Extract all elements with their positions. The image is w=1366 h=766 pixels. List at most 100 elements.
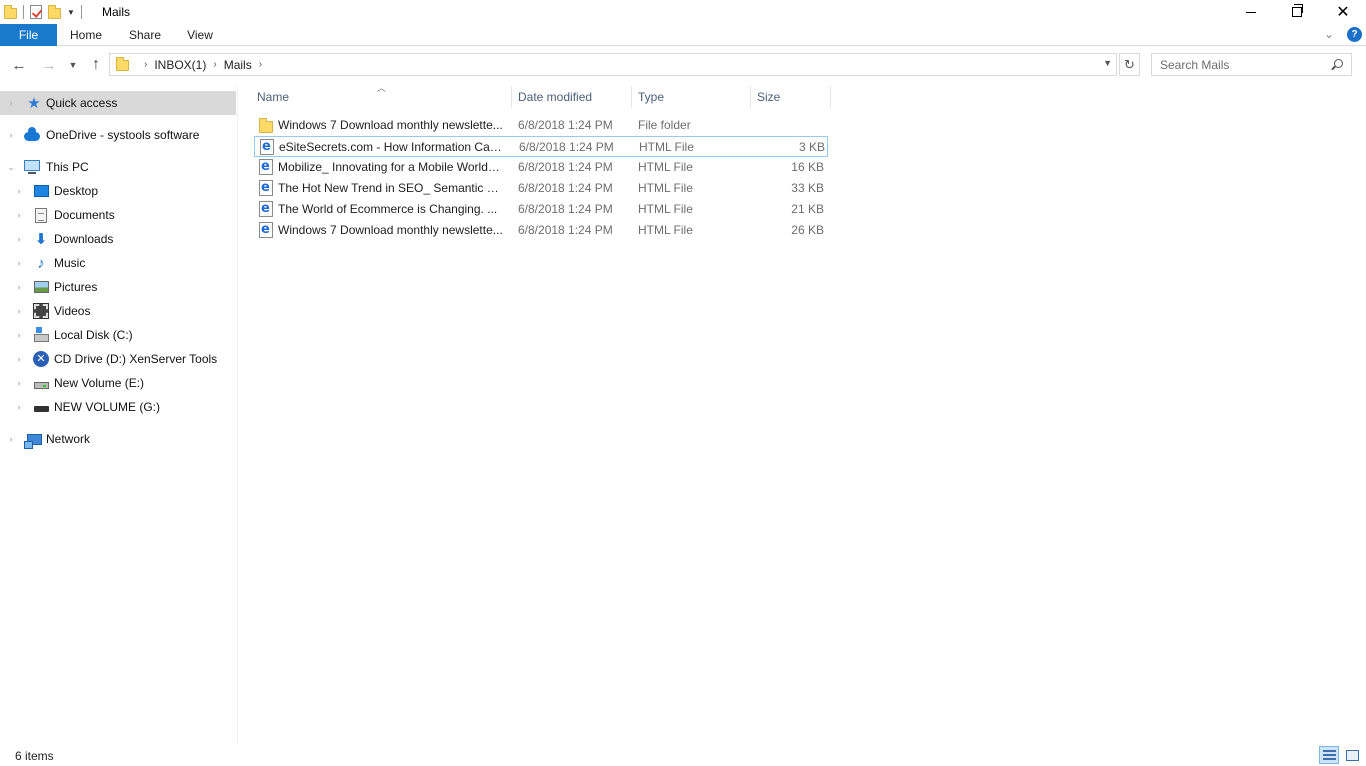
ribbon: File Home Share View ⌄ ?: [0, 24, 1366, 46]
nav-item-pictures[interactable]: › Pictures: [0, 275, 236, 299]
chevron-right-icon[interactable]: ›: [213, 59, 216, 70]
nav-item-this-pc[interactable]: ⌄ This PC: [0, 155, 236, 179]
tab-file[interactable]: File: [0, 24, 57, 46]
new-folder-icon[interactable]: [48, 5, 61, 19]
large-icons-view-button[interactable]: [1342, 746, 1362, 764]
navigation-pane: › ★ Quick access › OneDrive - systools s…: [0, 86, 238, 744]
refresh-button[interactable]: ↻: [1119, 53, 1140, 76]
volume-drive-icon: [33, 375, 49, 391]
search-input[interactable]: [1152, 54, 1322, 75]
expand-icon[interactable]: ›: [14, 402, 24, 412]
expand-ribbon-icon[interactable]: ⌄: [1324, 27, 1334, 41]
tab-share[interactable]: Share: [124, 24, 166, 46]
expand-icon[interactable]: ›: [14, 330, 24, 340]
address-bar[interactable]: › INBOX(1) › Mails › ▼: [109, 53, 1117, 76]
table-row[interactable]: Windows 7 Download monthly newslette... …: [254, 220, 828, 241]
expand-icon[interactable]: ›: [6, 434, 16, 444]
file-type: File folder: [638, 118, 691, 132]
nav-item-network[interactable]: › Network: [0, 427, 236, 451]
nav-label: Downloads: [54, 232, 114, 246]
address-dropdown-icon[interactable]: ▼: [1103, 58, 1112, 68]
search-icon[interactable]: [1334, 59, 1343, 68]
close-button[interactable]: ✕: [1320, 0, 1366, 24]
nav-item-quick-access[interactable]: › ★ Quick access: [0, 91, 236, 115]
back-button[interactable]: ←: [8, 54, 30, 76]
table-row[interactable]: eSiteSecrets.com - How Information Can..…: [254, 136, 828, 157]
chevron-down-icon[interactable]: ▼: [67, 8, 75, 17]
nav-item-local-disk-c[interactable]: › Local Disk (C:): [0, 323, 236, 347]
search-box[interactable]: [1151, 53, 1352, 76]
file-name: The Hot New Trend in SEO_ Semantic Se...: [278, 181, 504, 195]
nav-item-new-volume-e[interactable]: › New Volume (E:): [0, 371, 236, 395]
table-row[interactable]: The World of Ecommerce is Changing. ... …: [254, 199, 828, 220]
desktop-icon: [33, 183, 49, 199]
nav-item-desktop[interactable]: › Desktop: [0, 179, 236, 203]
tab-home[interactable]: Home: [64, 24, 108, 46]
file-date: 6/8/2018 1:24 PM: [518, 160, 613, 174]
nav-item-downloads[interactable]: › ⬇ Downloads: [0, 227, 236, 251]
expand-icon[interactable]: ›: [14, 354, 24, 364]
expand-icon[interactable]: ›: [14, 306, 24, 316]
star-icon: ★: [27, 95, 41, 112]
file-type: HTML File: [638, 160, 693, 174]
nav-item-videos[interactable]: › Videos: [0, 299, 236, 323]
tab-view[interactable]: View: [182, 24, 218, 46]
arrow-right-icon: →: [41, 56, 57, 74]
column-header-size[interactable]: Size: [751, 86, 831, 108]
html-file-icon: [258, 180, 274, 196]
file-name: Windows 7 Download monthly newslette...: [278, 223, 503, 237]
large-icons-view-icon: [1345, 749, 1359, 761]
expand-icon[interactable]: ›: [14, 186, 24, 196]
column-header-name[interactable]: Name: [251, 86, 512, 108]
file-date: 6/8/2018 1:24 PM: [519, 140, 614, 154]
expand-icon[interactable]: ›: [14, 234, 24, 244]
nav-label: NEW VOLUME (G:): [54, 400, 161, 414]
computer-icon: [24, 159, 40, 175]
expand-icon[interactable]: ›: [14, 378, 24, 388]
table-row[interactable]: The Hot New Trend in SEO_ Semantic Se...…: [254, 178, 828, 199]
music-note-icon: ♪: [37, 254, 45, 272]
nav-label: Quick access: [46, 96, 118, 110]
nav-item-new-volume-g[interactable]: › NEW VOLUME (G:): [0, 395, 236, 419]
nav-item-onedrive[interactable]: › OneDrive - systools software: [0, 123, 236, 147]
folder-icon[interactable]: [4, 5, 17, 19]
table-row[interactable]: Windows 7 Download monthly newslette... …: [254, 115, 828, 136]
chevron-right-icon[interactable]: ›: [144, 59, 147, 70]
cloud-icon: [24, 127, 40, 143]
column-header-date-modified[interactable]: Date modified: [512, 86, 632, 108]
file-name: Windows 7 Download monthly newslette...: [278, 118, 503, 132]
table-row[interactable]: Mobilize_ Innovating for a Mobile World_…: [254, 157, 828, 178]
minimize-button[interactable]: [1228, 0, 1274, 24]
expand-icon[interactable]: ›: [14, 258, 24, 268]
nav-label: CD Drive (D:) XenServer Tools: [54, 352, 218, 366]
up-button[interactable]: ↑: [85, 54, 107, 76]
file-size: 21 KB: [791, 202, 824, 216]
expand-icon[interactable]: ›: [14, 210, 24, 220]
file-type: HTML File: [639, 140, 694, 154]
window-title: Mails: [102, 5, 131, 19]
file-date: 6/8/2018 1:24 PM: [518, 118, 613, 132]
breadcrumb-mails[interactable]: Mails: [224, 58, 252, 72]
forward-button[interactable]: →: [38, 54, 60, 76]
nav-item-cd-drive-d[interactable]: › ✕ CD Drive (D:) XenServer Tools: [0, 347, 236, 371]
column-header-type[interactable]: Type: [632, 86, 751, 108]
nav-item-music[interactable]: › ♪ Music: [0, 251, 236, 275]
recent-locations-button[interactable]: ▼: [62, 54, 84, 76]
help-icon[interactable]: ?: [1347, 27, 1362, 42]
expand-icon[interactable]: ›: [14, 282, 24, 292]
nav-item-documents[interactable]: › Documents: [0, 203, 236, 227]
properties-icon[interactable]: [30, 5, 42, 19]
details-view-button[interactable]: [1319, 746, 1339, 764]
breadcrumb-inbox[interactable]: INBOX(1): [154, 58, 206, 72]
status-bar: 6 items: [0, 744, 1366, 766]
chevron-right-icon[interactable]: ›: [259, 59, 262, 70]
folder-icon: [258, 117, 274, 133]
file-type: HTML File: [638, 202, 693, 216]
expand-icon[interactable]: ›: [6, 130, 16, 140]
expand-icon[interactable]: ›: [6, 98, 16, 108]
pictures-icon: [33, 279, 49, 295]
nav-label: Desktop: [54, 184, 99, 198]
file-name: Mobilize_ Innovating for a Mobile World_…: [278, 160, 504, 174]
collapse-icon[interactable]: ⌄: [6, 162, 16, 173]
restore-button[interactable]: [1274, 0, 1320, 24]
